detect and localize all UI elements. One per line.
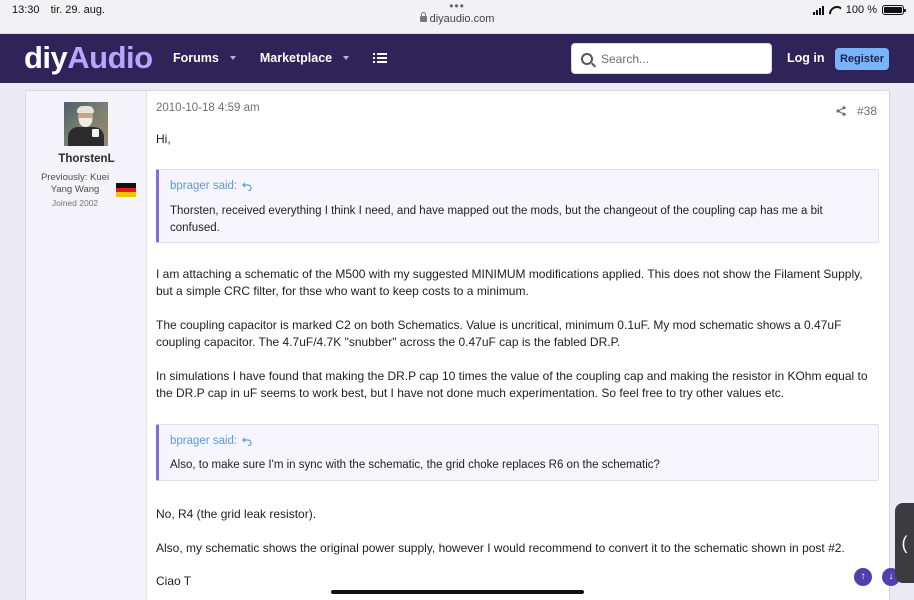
quote-block: bprager said: Also, to make sure I'm in …	[156, 424, 879, 481]
battery-icon	[882, 5, 906, 15]
post-paragraph: Also, my schematic shows the original po…	[156, 541, 845, 555]
side-panel-tab[interactable]: (	[895, 503, 914, 583]
post-paragraph: The coupling capacitor is marked C2 on b…	[156, 318, 842, 349]
post-paragraph: In simulations I have found that making …	[156, 369, 868, 400]
post-paragraph: I am attaching a schematic of the M500 w…	[156, 267, 863, 298]
main-nav: Forums Marketplace	[173, 51, 411, 65]
site-logo[interactable]: diyAudio	[24, 40, 153, 76]
post-greeting: Hi,	[156, 132, 171, 146]
cellular-signal-icon	[812, 5, 824, 15]
quote-text: Thorsten, received everything I think I …	[170, 205, 823, 234]
search-icon[interactable]	[581, 52, 593, 65]
share-icon[interactable]	[836, 106, 846, 116]
lock-icon	[419, 12, 427, 22]
scroll-up-button[interactable]: ↑	[854, 568, 872, 586]
more-dots-icon[interactable]: •••	[0, 0, 914, 12]
chevron-down-icon[interactable]	[229, 56, 236, 60]
user-title: Previously: Kuei Yang Wang	[40, 172, 110, 195]
username[interactable]: ThorstenL	[26, 153, 147, 165]
search-input[interactable]	[601, 51, 761, 66]
list-icon	[373, 52, 388, 64]
logo-diy: diy	[24, 40, 68, 75]
quote-author: bprager said:	[170, 435, 238, 447]
wifi-icon	[829, 6, 841, 15]
post-paragraph: No, R4 (the grid leak resistor).	[156, 507, 317, 521]
chevron-down-icon[interactable]	[343, 56, 350, 60]
quote-block: bprager said: Thorsten, received everyth…	[156, 169, 879, 243]
return-arrow-icon	[242, 182, 252, 191]
post-user-info: ThorstenL Previously: Kuei Yang Wang Joi…	[26, 91, 147, 600]
nav-marketplace-label: Marketplace	[259, 51, 333, 65]
nav-forums[interactable]: Forums	[173, 51, 236, 65]
post-date[interactable]: 2010-10-18 4:59 am	[156, 102, 260, 114]
url-display[interactable]: diyaudio.com	[0, 12, 914, 25]
search-box[interactable]	[571, 43, 772, 74]
forum-post: ThorstenL Previously: Kuei Yang Wang Joi…	[25, 90, 890, 600]
avatar[interactable]	[64, 102, 108, 146]
nav-marketplace[interactable]: Marketplace	[259, 51, 350, 65]
register-button[interactable]: Register	[835, 48, 889, 70]
site-header: diyAudio Forums Marketplace Log in Regis…	[0, 34, 914, 83]
status-right: 100 %	[812, 4, 906, 16]
battery-fill	[884, 7, 902, 13]
quote-author-link[interactable]: bprager said:	[170, 180, 252, 192]
battery-percent: 100 %	[845, 4, 877, 16]
home-indicator[interactable]	[331, 590, 584, 594]
post-number[interactable]: #38	[857, 104, 877, 118]
quote-author-link[interactable]: bprager said:	[170, 435, 252, 447]
url-bar[interactable]: ••• diyaudio.com	[0, 0, 914, 25]
logo-audio: Audio	[67, 40, 153, 75]
status-bar: 13:30 tir. 29. aug. ••• diyaudio.com 100…	[0, 0, 914, 34]
login-link[interactable]: Log in	[787, 51, 825, 65]
post-paragraph: Ciao T	[156, 574, 192, 588]
whats-new-button[interactable]	[373, 52, 388, 64]
url-text: diyaudio.com	[429, 13, 495, 25]
quote-text: Also, to make sure I'm in sync with the …	[170, 459, 660, 471]
nav-forums-label: Forums	[173, 51, 219, 65]
return-arrow-icon	[242, 437, 252, 446]
germany-flag-icon	[116, 183, 136, 197]
quote-author: bprager said:	[170, 180, 238, 192]
joined-date: Joined 2002	[51, 198, 99, 208]
